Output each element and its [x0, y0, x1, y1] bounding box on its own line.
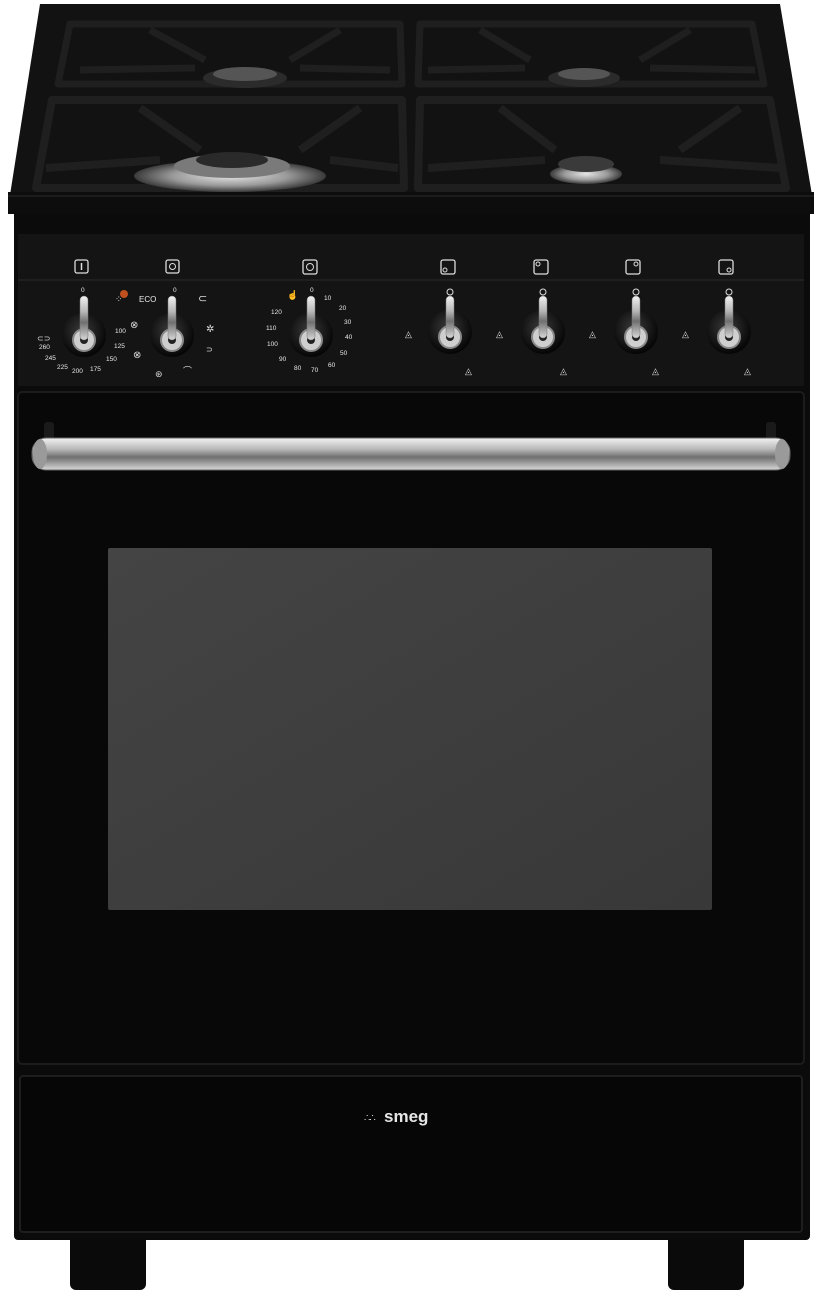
- brand-dots: ∴∴: [364, 1113, 375, 1124]
- fan-static-icon: ⊗: [133, 350, 141, 361]
- timer-mark-0: 0: [310, 287, 314, 294]
- svg-text:◬: ◬: [589, 329, 596, 339]
- eco-label: ECO: [139, 295, 156, 304]
- thermostat-mark-0: 0: [81, 287, 85, 294]
- thermostat-mark-260: 260: [39, 344, 50, 351]
- thermostat-mark-150: 150: [106, 356, 117, 363]
- brand-logo: smeg: [384, 1107, 428, 1126]
- svg-text:◬: ◬: [405, 329, 412, 339]
- svg-text:◬: ◬: [496, 329, 503, 339]
- svg-text:◬: ◬: [682, 329, 689, 339]
- timer-mark-120: 120: [271, 309, 282, 316]
- oven-window: [108, 548, 712, 910]
- oven-range: ECO ⁘ 0 100 125 150 175 200 225 245 260 …: [8, 4, 814, 1290]
- svg-text:◬: ◬: [560, 366, 567, 376]
- storage-drawer-panel: [19, 1075, 803, 1233]
- control-panel-strip: [18, 234, 804, 386]
- cooktop: [8, 4, 814, 214]
- function-mark-0: 0: [173, 287, 177, 294]
- svg-text:◬: ◬: [744, 366, 751, 376]
- timer-mark-10: 10: [324, 295, 332, 302]
- timer-mark-90: 90: [279, 356, 287, 363]
- cooktop-edge: [8, 192, 814, 214]
- timer-mark-60: 60: [328, 362, 336, 369]
- bottom-heat-icon: ⊃: [206, 345, 213, 354]
- thermostat-mark-200: 200: [72, 368, 83, 375]
- timer-mark-70: 70: [311, 367, 319, 374]
- fan-icon: ⁘: [115, 294, 123, 304]
- timer-mark-80: 80: [294, 365, 302, 372]
- thermostat-mark-245: 245: [45, 355, 56, 362]
- svg-text:◬: ◬: [465, 366, 472, 376]
- grill-icon: ⊂⊃: [37, 334, 50, 343]
- fan-grill-icon: ⊗: [130, 320, 138, 331]
- timer-mark-110: 110: [266, 325, 277, 332]
- timer-mark-20: 20: [339, 305, 347, 312]
- fan-bottom-icon: ⊛: [155, 369, 163, 379]
- static-function-icon: ⊂: [198, 293, 207, 305]
- oven-door[interactable]: [17, 391, 805, 1065]
- thermostat-mark-125: 125: [114, 343, 125, 350]
- light-icon: ⌒: [183, 366, 192, 376]
- timer-mark-30: 30: [344, 319, 352, 326]
- defrost-icon: ✲: [206, 324, 214, 335]
- control-panel: ECO ⁘ 0 100 125 150 175 200 225 245 260 …: [18, 234, 804, 386]
- svg-text:◬: ◬: [652, 366, 659, 376]
- timer-mark-50: 50: [340, 350, 348, 357]
- thermostat-mark-225: 225: [57, 364, 68, 371]
- storage-drawer[interactable]: ∴∴ smeg: [19, 1075, 803, 1233]
- thermostat-mark-175: 175: [90, 366, 101, 373]
- timer-mark-40: 40: [345, 334, 353, 341]
- thermostat-mark-100: 100: [115, 328, 126, 335]
- hand-icon: ☝: [287, 289, 298, 301]
- timer-mark-100: 100: [267, 341, 278, 348]
